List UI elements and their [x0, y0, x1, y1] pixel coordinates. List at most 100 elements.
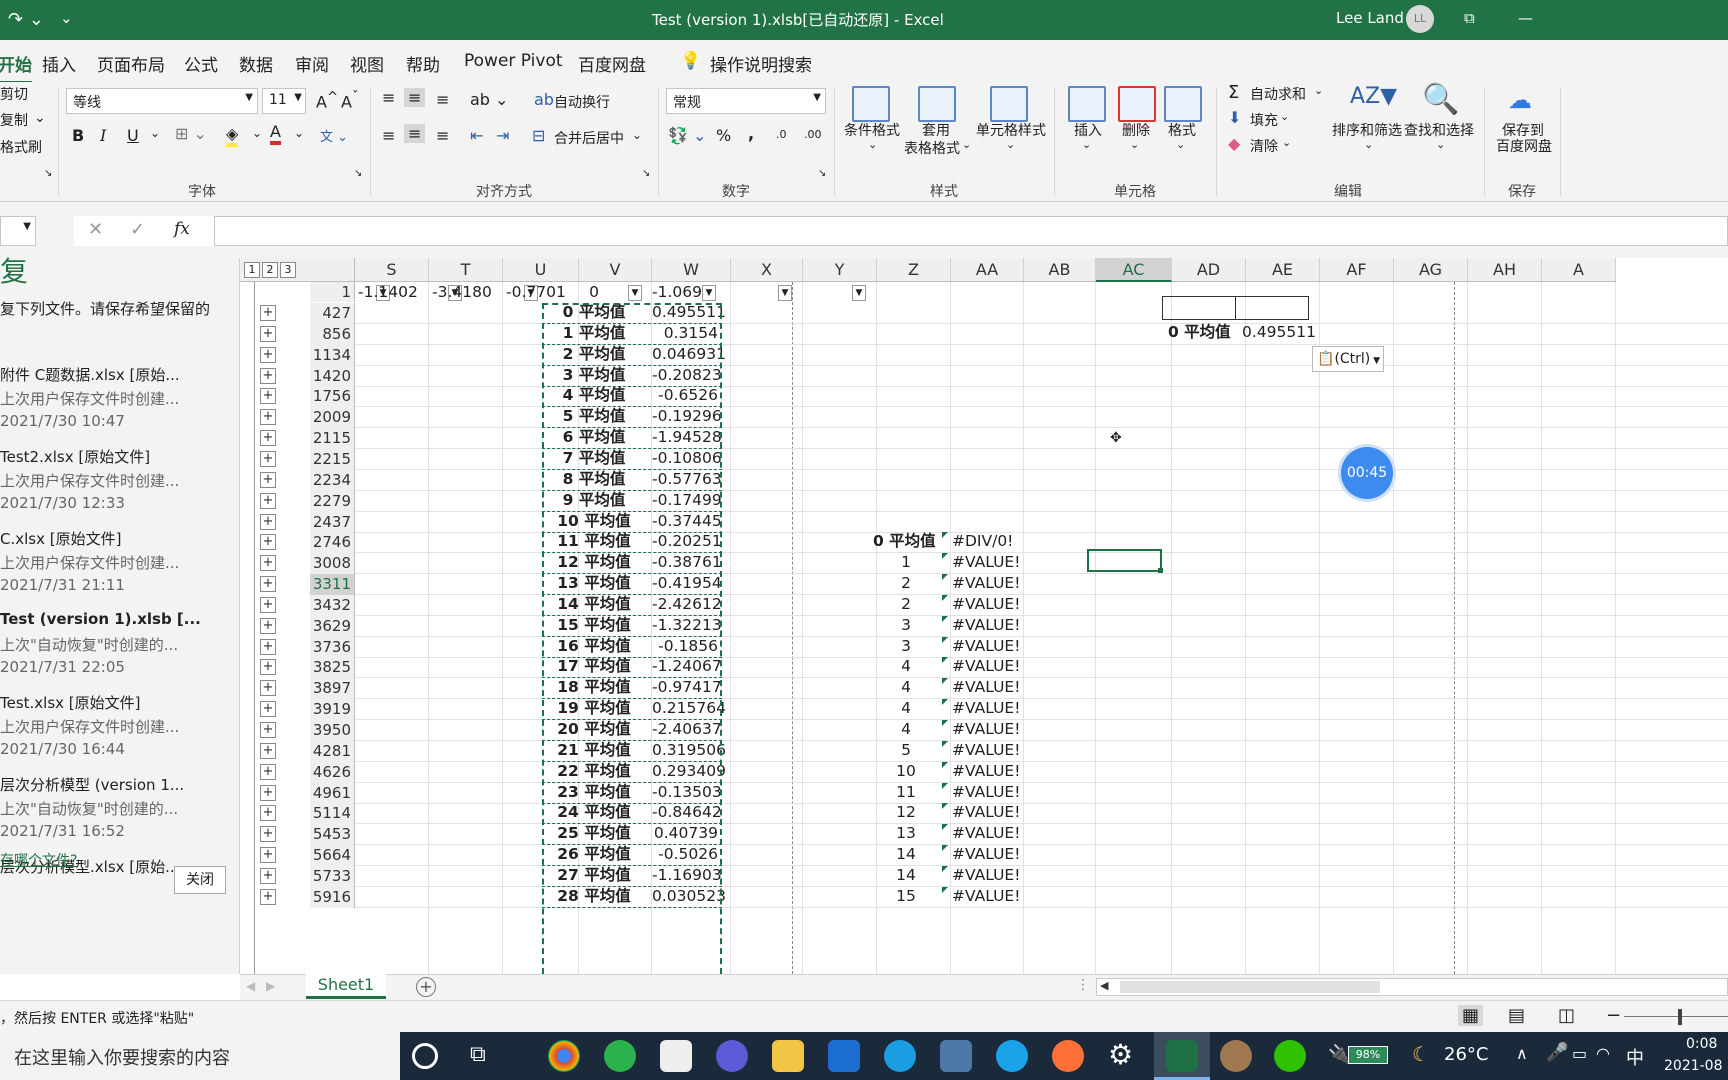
fill-color-icon[interactable]: ◈	[226, 124, 239, 147]
which-file-link[interactable]: 存哪个文件?	[0, 850, 77, 870]
sheet-tab-sheet1[interactable]: Sheet1	[306, 973, 386, 999]
filter-cell-v[interactable]: 0	[542, 282, 646, 302]
excel-icon[interactable]	[1166, 1040, 1198, 1072]
normal-view-icon[interactable]: ▦	[1458, 1005, 1484, 1026]
chevron-down-icon[interactable]: ⌄	[1176, 138, 1185, 151]
expand-group-icon[interactable]: +	[260, 388, 276, 404]
edge-dev-icon[interactable]	[996, 1040, 1028, 1072]
cell-styles-button[interactable]: 单元格样式	[976, 120, 1046, 140]
dialog-launcher-icon[interactable]: ↘	[354, 168, 362, 179]
row-header[interactable]: 2215	[310, 449, 355, 470]
decrease-decimal-icon[interactable]: .00	[804, 128, 822, 141]
error-indicator-icon[interactable]	[942, 595, 948, 601]
recovery-file-name[interactable]: 层次分析模型 (version 1...	[0, 774, 184, 795]
expand-group-icon[interactable]: +	[260, 764, 276, 780]
increase-font-icon[interactable]: A^	[316, 90, 338, 111]
tab-home[interactable]: 开始	[0, 51, 32, 84]
chevron-down-icon[interactable]: ⌄	[1280, 110, 1289, 123]
recording-timer[interactable]: 00:45	[1341, 447, 1393, 499]
expand-group-icon[interactable]: +	[260, 576, 276, 592]
tab-review[interactable]: 审阅	[295, 51, 329, 76]
row-header[interactable]: 3736	[310, 637, 355, 658]
align-right-icon[interactable]: ≡	[436, 126, 449, 145]
scroll-left-arrow-icon[interactable]: ◀	[1100, 979, 1108, 992]
row-header[interactable]: 856	[310, 324, 355, 345]
error-indicator-icon[interactable]	[942, 678, 948, 684]
font-name-select[interactable]: 等线 ▼	[66, 88, 258, 114]
align-center-icon[interactable]: ≡	[404, 124, 426, 143]
dialog-launcher-icon[interactable]: ↘	[44, 168, 52, 179]
column-header-ag[interactable]: AG	[1394, 258, 1468, 282]
expand-group-icon[interactable]: +	[260, 597, 276, 613]
profile-app-icon[interactable]	[1220, 1040, 1252, 1072]
empty-bordered-ae[interactable]	[1235, 296, 1309, 320]
expand-group-icon[interactable]: +	[260, 368, 276, 384]
clock-time[interactable]: 0:08	[1686, 1036, 1717, 1052]
dialog-launcher-icon[interactable]: ↘	[642, 168, 650, 179]
filter-cell-s[interactable]: -1.1402	[358, 282, 430, 302]
expand-group-icon[interactable]: +	[260, 618, 276, 634]
font-size-select[interactable]: 11 ▼	[262, 88, 306, 114]
column-header-u[interactable]: U	[503, 258, 579, 282]
recovery-file-name[interactable]: Test.xlsx [原始文件]	[0, 692, 141, 713]
row-header[interactable]: 1420	[310, 366, 355, 387]
expand-group-icon[interactable]: +	[260, 743, 276, 759]
merge-center-button[interactable]: 合并后居中	[554, 128, 624, 148]
expand-group-icon[interactable]: +	[260, 430, 276, 446]
aa-error-value[interactable]: #VALUE!	[952, 572, 1020, 595]
tab-data[interactable]: 数据	[239, 51, 273, 76]
row-header[interactable]: 4961	[310, 783, 355, 804]
expand-group-icon[interactable]: +	[260, 722, 276, 738]
wechat-icon[interactable]	[1274, 1040, 1306, 1072]
chevron-down-icon[interactable]: ⌄	[868, 138, 877, 151]
expand-group-icon[interactable]: +	[260, 451, 276, 467]
cut-button[interactable]: 剪切	[0, 84, 28, 104]
aa-error-value[interactable]: #VALUE!	[952, 697, 1020, 720]
edge-icon[interactable]	[884, 1040, 916, 1072]
expand-group-icon[interactable]: +	[260, 847, 276, 863]
calculator-icon[interactable]	[940, 1040, 972, 1072]
format-table-line2[interactable]: 表格格式	[904, 138, 960, 158]
checkmark-app-icon[interactable]	[716, 1040, 748, 1072]
aa-error-value[interactable]: #VALUE!	[952, 614, 1020, 637]
row-header[interactable]: 5733	[310, 866, 355, 887]
redo-icon[interactable]: ↷ ⌄	[8, 9, 44, 30]
expand-group-icon[interactable]: +	[260, 639, 276, 655]
magnifier-icon[interactable]: 🔍	[1422, 82, 1459, 117]
column-header-t[interactable]: T	[429, 258, 503, 282]
chevron-down-icon[interactable]: ⌄	[252, 126, 262, 140]
tab-insert[interactable]: 插入	[42, 51, 76, 76]
decrease-font-icon[interactable]: Aˇ	[341, 90, 359, 111]
insert-cells-icon[interactable]	[1068, 86, 1106, 122]
tell-me-search[interactable]: 操作说明搜索	[710, 51, 812, 76]
chevron-down-icon[interactable]: ⌄	[1314, 84, 1323, 97]
row-header[interactable]: 3432	[310, 595, 355, 616]
z-value[interactable]: 12	[877, 801, 935, 824]
expand-group-icon[interactable]: +	[260, 347, 276, 363]
video-app-icon[interactable]	[828, 1040, 860, 1072]
eraser-icon[interactable]: ◆	[1228, 134, 1240, 153]
column-header-z[interactable]: Z	[877, 258, 951, 282]
row-header[interactable]: 2234	[310, 470, 355, 491]
column-header-v[interactable]: V	[579, 258, 652, 282]
chevron-down-icon[interactable]: ⌄	[962, 138, 971, 151]
increase-decimal-icon[interactable]: .0	[776, 128, 787, 141]
aa-error-value[interactable]: #VALUE!	[952, 551, 1020, 574]
z-value[interactable]: 1	[877, 551, 935, 574]
chevron-down-icon[interactable]: ⌄	[294, 126, 304, 140]
row-header[interactable]: 427	[310, 303, 355, 324]
column-header-aa[interactable]: AA	[951, 258, 1024, 282]
z-value[interactable]: 15	[877, 885, 935, 908]
row-header[interactable]: 2746	[310, 532, 355, 553]
merge-icon[interactable]: ⊟	[532, 126, 545, 145]
aa-error-value[interactable]: #VALUE!	[952, 864, 1020, 887]
formula-input[interactable]	[214, 216, 1728, 246]
row-header[interactable]: 1756	[310, 386, 355, 407]
error-indicator-icon[interactable]	[942, 532, 948, 538]
aa-error-value[interactable]: #VALUE!	[952, 655, 1020, 678]
error-indicator-icon[interactable]	[942, 574, 948, 580]
column-header-ad[interactable]: AD	[1172, 258, 1246, 282]
cortana-icon[interactable]	[412, 1043, 438, 1069]
user-name[interactable]: Lee Land	[1336, 9, 1404, 27]
decrease-indent-icon[interactable]: ⇤	[470, 126, 483, 145]
